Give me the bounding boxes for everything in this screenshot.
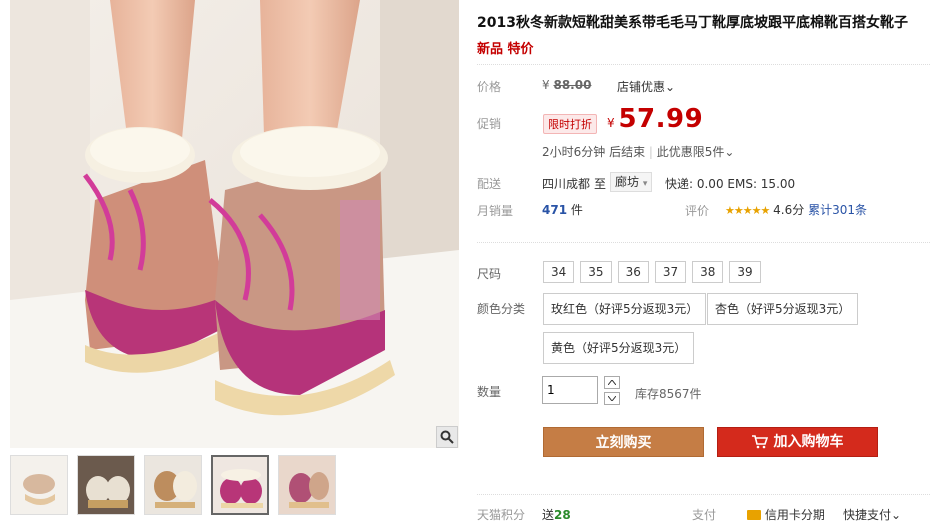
monthly-sales: 471 件 bbox=[542, 201, 583, 218]
thumbnail-strip bbox=[10, 455, 336, 515]
shop-discount-label: 店铺优惠 bbox=[617, 80, 666, 94]
shop-discount-dropdown[interactable]: 店铺优惠⌄ bbox=[617, 78, 675, 95]
color-option[interactable]: 杏色（好评5分返现3元） bbox=[707, 293, 859, 325]
thumbnail-image[interactable] bbox=[144, 455, 202, 515]
promo-tag: 限时打折 bbox=[543, 114, 597, 134]
rating-stars-icon: ★★★★★ bbox=[725, 204, 770, 217]
monthly-sales-label: 月销量 bbox=[477, 204, 514, 218]
divider bbox=[477, 242, 930, 243]
monthly-sales-unit: 件 bbox=[570, 203, 583, 217]
review-count-link[interactable]: 累计301条 bbox=[808, 203, 867, 217]
zoom-magnifier-icon[interactable] bbox=[436, 426, 458, 448]
chevron-down-icon bbox=[608, 396, 616, 401]
size-options: 34 35 36 37 38 39 bbox=[543, 261, 761, 283]
currency-symbol: ¥ bbox=[542, 78, 550, 92]
chevron-up-icon bbox=[608, 380, 616, 385]
monthly-sales-count: 471 bbox=[542, 203, 568, 217]
main-product-image[interactable] bbox=[10, 0, 459, 448]
points-label: 天猫积分 bbox=[477, 508, 526, 522]
credit-installment-label: 信用卡分期 bbox=[764, 508, 825, 522]
quantity-decrease-button[interactable] bbox=[604, 392, 620, 405]
color-option[interactable]: 黄色（好评5分返现3元） bbox=[543, 332, 695, 364]
points-info: 送28 bbox=[542, 506, 571, 523]
promo-label: 促销 bbox=[477, 117, 502, 131]
credit-card-icon bbox=[747, 510, 761, 520]
size-option[interactable]: 39 bbox=[729, 261, 761, 283]
divider bbox=[477, 64, 930, 65]
rating-score: 4.6分 bbox=[773, 203, 805, 217]
countdown-text: 2小时6分钟 后结束 bbox=[542, 145, 646, 159]
size-option[interactable]: 34 bbox=[543, 261, 575, 283]
shipping-origin: 四川成都 bbox=[542, 177, 591, 191]
rating-label: 评价 bbox=[685, 204, 710, 218]
quantity-label: 数量 bbox=[477, 385, 502, 399]
shipping-fee: 快递: 0.00 EMS: 15.00 bbox=[665, 177, 796, 191]
shipping-label: 配送 bbox=[477, 177, 502, 191]
promo-countdown: 2小时6分钟 后结束 | 此优惠限5件⌄ bbox=[542, 145, 735, 159]
thumbnail-image[interactable] bbox=[77, 455, 135, 515]
destination-city: 廊坊 bbox=[615, 175, 640, 189]
add-to-cart-label: 加入购物车 bbox=[773, 434, 844, 450]
thumbnail-image-selected[interactable] bbox=[211, 455, 269, 515]
dropdown-arrow-icon: ▾ bbox=[642, 179, 648, 189]
quantity-increase-button[interactable] bbox=[604, 376, 620, 389]
current-price-value: 57.99 bbox=[618, 104, 704, 134]
size-label: 尺码 bbox=[477, 267, 502, 281]
size-option[interactable]: 38 bbox=[692, 261, 724, 283]
quick-pay-label: 快捷支付 bbox=[843, 508, 892, 522]
product-subtitle: 新品 特价 bbox=[477, 42, 534, 57]
cart-icon bbox=[751, 435, 768, 449]
thumbnail-image[interactable] bbox=[278, 455, 336, 515]
chevron-down-icon: ⌄ bbox=[665, 80, 676, 94]
color-label: 颜色分类 bbox=[477, 302, 526, 316]
quick-pay[interactable]: 快捷支付⌄ bbox=[843, 506, 901, 523]
size-option[interactable]: 35 bbox=[580, 261, 612, 283]
rating-summary: ★★★★★ 4.6分 累计301条 bbox=[725, 201, 867, 218]
currency-symbol: ¥ bbox=[607, 116, 615, 130]
buy-now-button[interactable]: 立刻购买 bbox=[543, 427, 704, 457]
quantity-input[interactable] bbox=[542, 376, 598, 404]
pay-label: 支付 bbox=[692, 508, 717, 522]
color-option[interactable]: 玫红色（好评5分返现3元） bbox=[543, 293, 707, 325]
original-price: ¥ 88.00 bbox=[542, 78, 591, 92]
divider bbox=[477, 494, 930, 495]
stock-count: 库存8567件 bbox=[635, 387, 702, 401]
size-option[interactable]: 36 bbox=[617, 261, 649, 283]
thumbnail-image[interactable] bbox=[10, 455, 68, 515]
current-price: ¥ 57.99 bbox=[607, 104, 703, 134]
chevron-down-icon: ⌄ bbox=[891, 508, 902, 522]
product-title: 2013秋冬新款短靴甜美系带毛毛马丁靴厚底坡跟平底棉靴百搭女靴子 bbox=[477, 15, 908, 31]
credit-installment[interactable]: 信用卡分期 bbox=[747, 506, 825, 523]
points-value: 28 bbox=[554, 508, 571, 522]
points-prefix: 送 bbox=[542, 508, 555, 522]
limit-text[interactable]: 此优惠限5件 bbox=[657, 145, 725, 159]
price-label: 价格 bbox=[477, 80, 502, 94]
add-to-cart-button[interactable]: 加入购物车 bbox=[717, 427, 878, 457]
size-option[interactable]: 37 bbox=[654, 261, 687, 283]
shipping-to: 至 bbox=[594, 177, 607, 191]
original-price-value: 88.00 bbox=[553, 78, 592, 92]
chevron-down-icon: ⌄ bbox=[724, 145, 735, 159]
destination-city-select[interactable]: 廊坊 ▾ bbox=[610, 172, 653, 192]
